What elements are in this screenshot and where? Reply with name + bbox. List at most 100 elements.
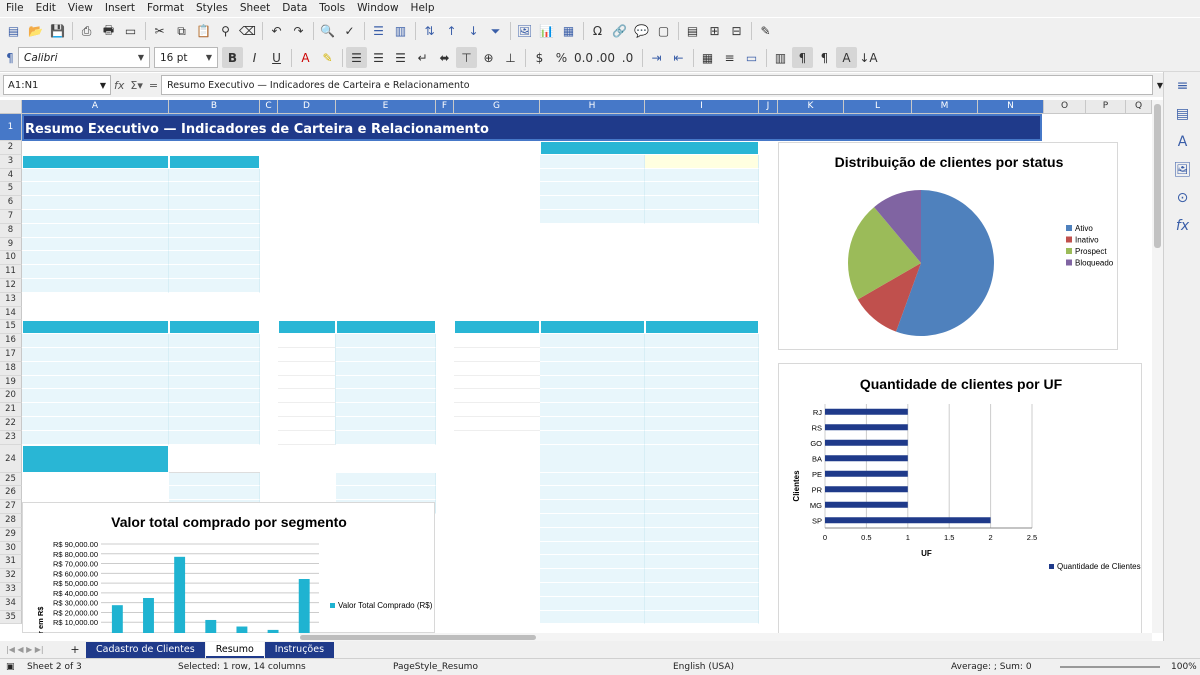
gallery-icon[interactable]: 🖼 (1164, 156, 1200, 184)
row-header-6[interactable]: 6 (0, 196, 22, 210)
status-zoom[interactable]: 100% (1171, 662, 1197, 672)
functions-icon[interactable]: fx (1164, 212, 1200, 240)
row-header-19[interactable]: 19 (0, 375, 22, 390)
row-header-32[interactable]: 32 (0, 569, 22, 583)
pdf-export-icon[interactable]: ⎙ (76, 21, 97, 42)
column-header-d[interactable]: D (278, 100, 336, 114)
tab-instrucoes[interactable]: Instruções (264, 641, 335, 658)
cut-icon[interactable]: ✂ (149, 21, 170, 42)
define-print-area-icon[interactable]: ▤ (682, 21, 703, 42)
format-as-percent-icon[interactable]: % (551, 47, 572, 68)
border-style-icon[interactable]: ≡ (719, 47, 740, 68)
row-header-16[interactable]: 16 (0, 334, 22, 348)
row-header-14[interactable]: 14 (0, 306, 22, 321)
row-header-24[interactable]: 24 (0, 444, 22, 473)
special-character-icon[interactable]: Ω (587, 21, 608, 42)
print-preview-icon[interactable]: ▭ (120, 21, 141, 42)
row-header-25[interactable]: 25 (0, 472, 22, 487)
row-header-2[interactable]: 2 (0, 141, 22, 155)
add-sheet-icon[interactable]: + (64, 643, 86, 656)
row-header-8[interactable]: 8 (0, 223, 22, 238)
column-header-a[interactable]: A (22, 100, 169, 114)
menu-item-format[interactable]: Format (141, 0, 190, 17)
font-size-combo[interactable]: 16 pt ▼ (154, 47, 218, 68)
spellcheck-icon[interactable]: ✓ (339, 21, 360, 42)
menu-item-data[interactable]: Data (276, 0, 313, 17)
text-left-to-right-icon[interactable]: ¶ (792, 47, 813, 68)
autofilter-icon[interactable]: ⏷ (485, 21, 506, 42)
menu-item-window[interactable]: Window (351, 0, 404, 17)
menu-item-edit[interactable]: Edit (30, 0, 62, 17)
styles-icon[interactable]: ¶ (3, 47, 17, 68)
menu-item-file[interactable]: File (0, 0, 30, 17)
row-header-35[interactable]: 35 (0, 610, 22, 625)
paste-icon[interactable]: 📋 (193, 21, 214, 42)
font-color-icon[interactable]: A (295, 47, 316, 68)
image-icon[interactable]: 🖼 (514, 21, 535, 42)
underline-icon[interactable]: U (266, 47, 287, 68)
row-header-30[interactable]: 30 (0, 541, 22, 556)
freeze-rows-columns-icon[interactable]: ⊞ (704, 21, 725, 42)
styles-icon[interactable]: A (1164, 128, 1200, 156)
hyperlink-icon[interactable]: 🔗 (609, 21, 630, 42)
column-header-q[interactable]: Q (1126, 100, 1152, 114)
align-right-icon[interactable]: ☰ (390, 47, 411, 68)
row-header-1[interactable]: 1 (0, 114, 22, 141)
column-header-b[interactable]: B (169, 100, 260, 114)
column-header-c[interactable]: C (260, 100, 278, 114)
corner-select-all[interactable] (0, 100, 22, 114)
status-page-style[interactable]: PageStyle_Resumo (393, 662, 478, 672)
menu-item-help[interactable]: Help (405, 0, 441, 17)
menu-item-view[interactable]: View (62, 0, 99, 17)
zoom-slider[interactable] (1060, 666, 1160, 668)
center-vertically-icon[interactable]: ⊕ (478, 47, 499, 68)
row-header-15[interactable]: 15 (0, 320, 22, 335)
delete-decimal-icon[interactable]: .0 (617, 47, 638, 68)
name-box[interactable]: A1:N1 ▼ (3, 75, 111, 95)
column-header-m[interactable]: M (912, 100, 978, 114)
row-header-33[interactable]: 33 (0, 583, 22, 597)
split-window-icon[interactable]: ⊟ (726, 21, 747, 42)
text-horizontal-icon[interactable]: A (836, 47, 857, 68)
row-header-21[interactable]: 21 (0, 403, 22, 417)
menu-item-styles[interactable]: Styles (190, 0, 234, 17)
uf-bar-chart[interactable]: Quantidade de clientes por UF 0 0.5 1 1.5 2 2.… (778, 363, 1142, 633)
vertical-scrollbar[interactable] (1152, 100, 1163, 633)
tab-resumo[interactable]: Resumo (205, 641, 264, 658)
highlight-color-icon[interactable]: ✎ (317, 47, 338, 68)
save-icon[interactable]: 💾 (47, 21, 68, 42)
borders-icon[interactable]: ▦ (697, 47, 718, 68)
sort-descending-icon[interactable]: ↓ (463, 21, 484, 42)
column-header-h[interactable]: H (540, 100, 645, 114)
tab-cadastro-de-clientes[interactable]: Cadastro de Clientes (86, 641, 205, 658)
decrease-indent-icon[interactable]: ⇤ (668, 47, 689, 68)
menu-item-sheet[interactable]: Sheet (234, 0, 276, 17)
tab-nav-icon[interactable]: |◀ ◀ ▶ ▶| (0, 645, 64, 654)
new-document-icon[interactable]: ▤ (3, 21, 24, 42)
undo-icon[interactable]: ↶ (266, 21, 287, 42)
column-header-k[interactable]: K (778, 100, 844, 114)
column-header-i[interactable]: I (645, 100, 759, 114)
row-header-17[interactable]: 17 (0, 348, 22, 362)
column-header-o[interactable]: O (1044, 100, 1086, 114)
clone-formatting-icon[interactable]: ⚲ (215, 21, 236, 42)
row-header-22[interactable]: 22 (0, 417, 22, 431)
headers-footers-icon[interactable]: ▢ (653, 21, 674, 42)
sort-icon[interactable]: ⇅ (419, 21, 440, 42)
row-header-13[interactable]: 13 (0, 292, 22, 307)
row-header-5[interactable]: 5 (0, 182, 22, 197)
segment-bar-chart[interactable]: Valor total comprado por segmento R$ 90,0… (22, 502, 435, 633)
bold-icon[interactable]: B (222, 47, 243, 68)
column-header-l[interactable]: L (844, 100, 912, 114)
row-header-11[interactable]: 11 (0, 265, 22, 279)
row-header-27[interactable]: 27 (0, 500, 22, 514)
copy-icon[interactable]: ⧉ (171, 21, 192, 42)
column-header-n[interactable]: N (978, 100, 1044, 114)
menu-icon[interactable]: ≡ (1164, 72, 1200, 100)
align-top-icon[interactable]: ⊤ (456, 47, 477, 68)
column-header-e[interactable]: E (336, 100, 436, 114)
format-as-currency-icon[interactable]: $ (529, 47, 550, 68)
merge-center-icon[interactable]: ⬌ (434, 47, 455, 68)
find-replace-icon[interactable]: 🔍 (317, 21, 338, 42)
chart-icon[interactable]: 📊 (536, 21, 557, 42)
